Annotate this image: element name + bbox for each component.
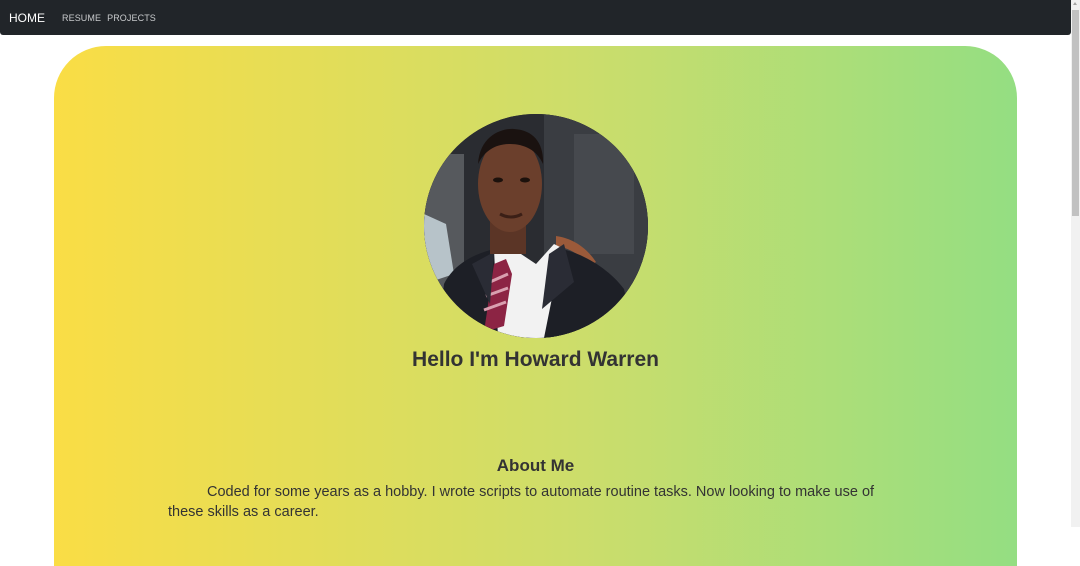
- hero-heading: Hello I'm Howard Warren: [412, 348, 659, 371]
- nav-projects-link[interactable]: PROJECTS: [107, 13, 156, 23]
- scrollbar-thumb[interactable]: [1072, 10, 1079, 216]
- about-paragraph: Coded for some years as a hobby. I wrote…: [168, 484, 875, 520]
- nav-resume-link[interactable]: RESUME: [62, 13, 101, 23]
- hero-card: Hello I'm Howard Warren About Me Coded f…: [54, 46, 1017, 566]
- profile-photo: [424, 114, 648, 338]
- vertical-scrollbar[interactable]: [1071, 0, 1080, 527]
- top-navbar: HOME RESUME PROJECTS: [0, 0, 1071, 35]
- about-heading: About Me: [496, 456, 575, 475]
- profile-avatar: [424, 114, 648, 338]
- scroll-up-arrow-icon[interactable]: [1073, 2, 1077, 5]
- nav-home-link[interactable]: HOME: [9, 12, 45, 24]
